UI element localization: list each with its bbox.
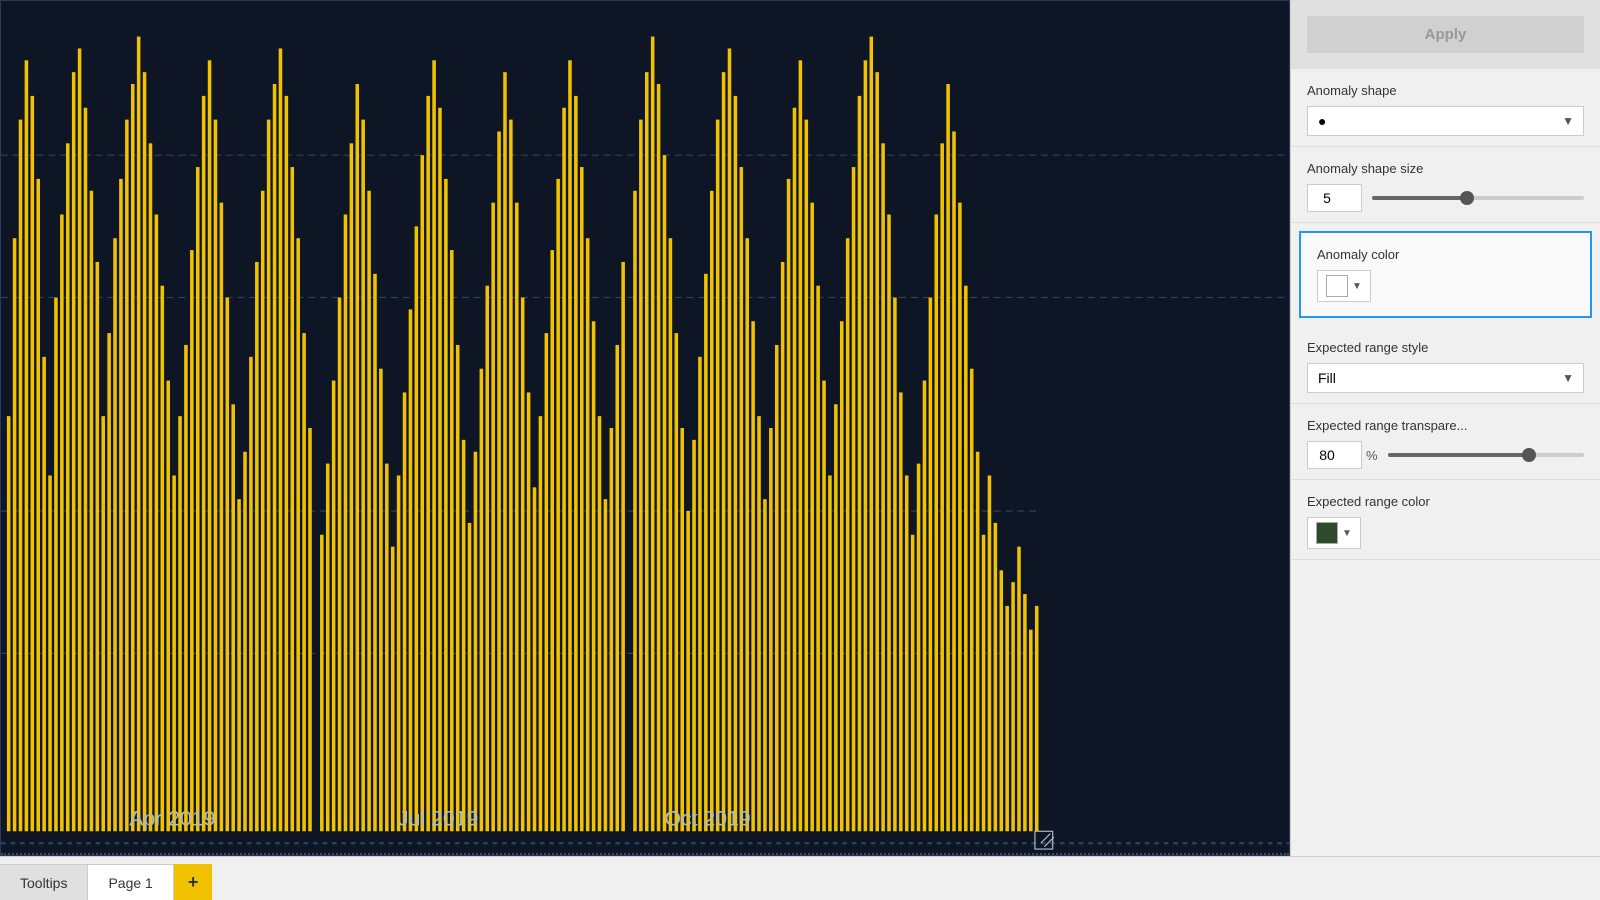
expected-range-transparency-number-area: % [1307, 441, 1378, 469]
expected-range-color-dropdown-arrow: ▼ [1342, 528, 1352, 539]
expected-range-transparency-label: Expected range transpare... [1307, 418, 1584, 433]
anomaly-color-section: Anomaly color ▼ [1299, 231, 1592, 318]
bottom-tabs: Tooltips Page 1 + [0, 856, 1600, 900]
expected-range-transparency-input[interactable] [1307, 441, 1362, 469]
anomaly-shape-label: Anomaly shape [1307, 83, 1584, 98]
chart-dotted-border [1, 853, 1289, 855]
anomaly-color-label: Anomaly color [1317, 247, 1574, 262]
svg-text:Apr 2019: Apr 2019 [129, 806, 215, 830]
pct-suffix: % [1366, 448, 1378, 463]
anomaly-shape-size-label: Anomaly shape size [1307, 161, 1584, 176]
expected-range-color-picker[interactable]: ▼ [1307, 517, 1361, 549]
anomaly-color-swatch [1326, 275, 1348, 297]
main-area: Apr 2019 Jul 2019 Oct 2019 Apply Anomaly… [0, 0, 1600, 856]
anomaly-shape-size-row [1307, 184, 1584, 212]
tab-page1[interactable]: Page 1 [88, 864, 173, 900]
anomaly-shape-size-slider-thumb[interactable] [1460, 191, 1474, 205]
expected-range-style-label: Expected range style [1307, 340, 1584, 355]
anomaly-shape-section: Anomaly shape ● ■ ▲ ▼ [1291, 69, 1600, 147]
expected-range-transparency-row: % [1307, 441, 1584, 469]
anomaly-shape-size-section: Anomaly shape size [1291, 147, 1600, 223]
expected-range-transparency-section: Expected range transpare... % [1291, 404, 1600, 480]
chart-area: Apr 2019 Jul 2019 Oct 2019 [0, 0, 1290, 856]
expected-range-transparency-slider-thumb[interactable] [1522, 448, 1536, 462]
tab-add-button[interactable]: + [174, 864, 213, 900]
expected-range-color-swatch [1316, 522, 1338, 544]
svg-text:Jul 2019: Jul 2019 [398, 806, 478, 830]
apply-btn-area: Apply [1291, 0, 1600, 69]
anomaly-color-dropdown-arrow: ▼ [1352, 281, 1362, 292]
expected-range-style-dropdown-wrapper: Fill Line ▼ [1307, 363, 1584, 393]
expected-range-color-label: Expected range color [1307, 494, 1584, 509]
expected-range-transparency-slider-track[interactable] [1388, 453, 1584, 457]
apply-button[interactable]: Apply [1307, 16, 1584, 53]
anomaly-shape-size-input[interactable] [1307, 184, 1362, 212]
expected-range-style-dropdown[interactable]: Fill Line [1307, 363, 1584, 393]
chart-svg: Apr 2019 Jul 2019 Oct 2019 [1, 1, 1289, 855]
expected-range-transparency-slider-fill [1388, 453, 1529, 457]
tab-tooltips[interactable]: Tooltips [0, 864, 88, 900]
expected-range-style-section: Expected range style Fill Line ▼ [1291, 326, 1600, 404]
expected-range-color-section: Expected range color ▼ [1291, 480, 1600, 560]
anomaly-shape-size-slider-fill [1372, 196, 1467, 200]
anomaly-shape-size-slider-track[interactable] [1372, 196, 1584, 200]
right-panel: Apply Anomaly shape ● ■ ▲ ▼ Anomaly shap… [1290, 0, 1600, 856]
anomaly-shape-dropdown[interactable]: ● ■ ▲ [1307, 106, 1584, 136]
anomaly-shape-dropdown-wrapper: ● ■ ▲ ▼ [1307, 106, 1584, 136]
svg-text:Oct 2019: Oct 2019 [664, 806, 750, 830]
anomaly-color-picker[interactable]: ▼ [1317, 270, 1371, 302]
